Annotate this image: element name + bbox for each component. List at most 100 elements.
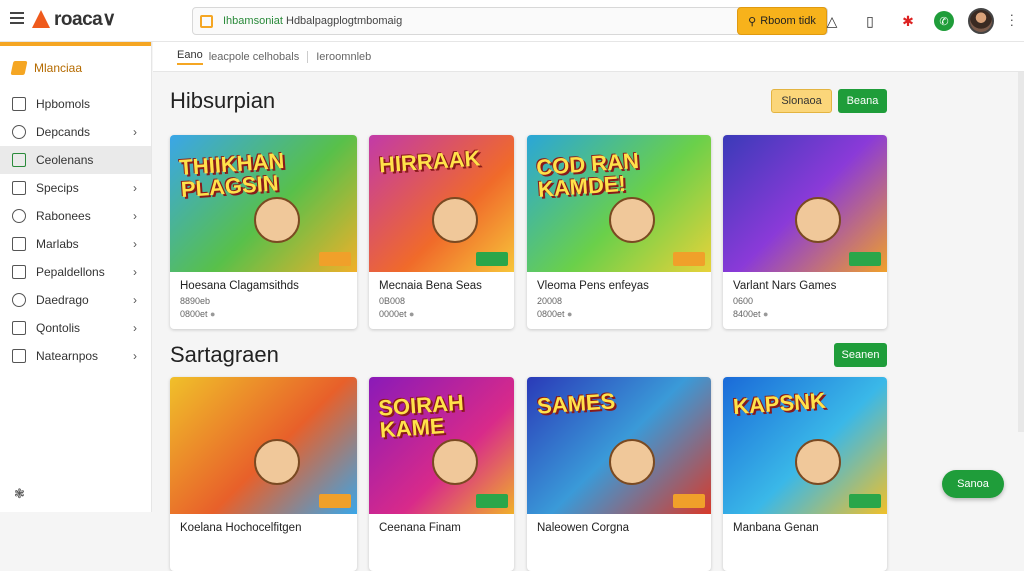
search-input[interactable]: Ihbamsoniat Hdbalpagplogtmbomaig bbox=[223, 15, 402, 27]
sidebar-item-label: Depcands bbox=[36, 125, 91, 139]
search-button-label: Rboom tidk bbox=[760, 15, 816, 27]
search-placeholder: Hdbalpagplogtmbomaig bbox=[286, 15, 403, 27]
character-illustration bbox=[431, 197, 478, 243]
search-bar[interactable]: Ihbamsoniat Hdbalpagplogtmbomaig ⚲ Rboom… bbox=[192, 7, 828, 35]
section-2-primary-button[interactable]: Seanen bbox=[834, 343, 887, 367]
game-thumbnail[interactable]: HIRRAAK bbox=[369, 135, 514, 272]
sidebar-item-icon bbox=[12, 153, 26, 167]
info-icon: ● bbox=[564, 309, 573, 319]
sidebar-item-label: Rabonees bbox=[36, 209, 91, 223]
sidebar-item-label: Daedrago bbox=[36, 293, 89, 307]
game-title[interactable]: Naleowen Corgna bbox=[537, 522, 701, 534]
sidebar-item-icon bbox=[12, 237, 26, 251]
sidebar-nav: Hpbomols Depcands › Ceolenans Specips › Rabone… bbox=[0, 90, 151, 370]
character-illustration bbox=[609, 439, 655, 485]
character-illustration bbox=[253, 197, 300, 243]
game-thumbnail[interactable]: THIIKHAN PLAGSIN bbox=[170, 135, 357, 272]
chevron-right-icon: › bbox=[133, 209, 137, 223]
game-title[interactable]: Hoesana Clagamsithds bbox=[180, 280, 347, 292]
section-1-primary-button[interactable]: Beana bbox=[838, 89, 887, 113]
sidebar-item-label: Marlabs bbox=[36, 237, 79, 251]
sidebar-item-label: Pepaldellons bbox=[36, 265, 105, 279]
thumbnail-title-art: HIRRAAK bbox=[378, 145, 482, 178]
sidebar-item-icon bbox=[12, 349, 26, 363]
card-info: Naleowen Corgna bbox=[527, 514, 711, 571]
game-card[interactable]: THIIKHAN PLAGSIN Hoesana Clagamsithds 8890… bbox=[170, 135, 357, 329]
sidebar-item[interactable]: Ceolenans bbox=[0, 146, 151, 174]
game-card[interactable]: COD RAN KAMDE! Vleoma Pens enfeyas 20008 08… bbox=[527, 135, 711, 329]
tab-3[interactable]: Ieroomnleb bbox=[316, 51, 371, 63]
tab-1[interactable]: Eano bbox=[177, 49, 203, 65]
game-thumbnail[interactable]: KAPSNK bbox=[723, 377, 887, 514]
search-checkbox-icon[interactable] bbox=[200, 14, 213, 28]
game-card[interactable]: KAPSNK Manbana Genan bbox=[723, 377, 887, 571]
sidebar-item[interactable]: Marlabs › bbox=[0, 230, 151, 258]
card-info: Vleoma Pens enfeyas 20008 0800et ● bbox=[527, 272, 711, 329]
phone-icon[interactable]: ✆ bbox=[934, 11, 954, 31]
game-card[interactable]: SOIRAH KAME Ceenana Finam bbox=[369, 377, 514, 571]
game-title[interactable]: Mecnaia Bena Seas bbox=[379, 280, 504, 292]
sidebar-item[interactable]: Natearnpos › bbox=[0, 342, 151, 370]
vertical-scrollbar[interactable] bbox=[1018, 72, 1024, 432]
tab-2[interactable]: leacpole celhobals bbox=[209, 51, 300, 63]
info-icon: ● bbox=[406, 309, 415, 319]
sidebar-item[interactable]: Specips › bbox=[0, 174, 151, 202]
sidebar-item[interactable]: Rabonees › bbox=[0, 202, 151, 230]
game-thumbnail[interactable] bbox=[170, 377, 357, 514]
thumbnail-badge bbox=[849, 494, 881, 508]
sidebar-item[interactable]: Qontolis › bbox=[0, 314, 151, 342]
thumbnail-title-art: SOIRAH KAME bbox=[377, 389, 465, 443]
floating-action-button[interactable]: Sanoa bbox=[942, 470, 1004, 498]
sidebar-item-icon bbox=[12, 265, 26, 279]
game-meta: 0B008 bbox=[379, 296, 406, 306]
sidebar-item[interactable]: Depcands › bbox=[0, 118, 151, 146]
sidebar-item[interactable]: Daedrago › bbox=[0, 286, 151, 314]
game-title[interactable]: Manbana Genan bbox=[733, 522, 877, 534]
sidebar-item-icon bbox=[12, 209, 26, 223]
game-card[interactable]: HIRRAAK Mecnaia Bena Seas 0B008 0000et ● bbox=[369, 135, 514, 329]
game-title[interactable]: Koelana Hochocelfitgen bbox=[180, 522, 347, 534]
game-thumbnail[interactable]: SOIRAH KAME bbox=[369, 377, 514, 514]
game-meta: 8890eb bbox=[180, 296, 211, 306]
game-meta: 0600 bbox=[733, 296, 754, 306]
section-1-secondary-button[interactable]: Slonaoa bbox=[771, 89, 832, 113]
more-icon[interactable]: · · · bbox=[1010, 8, 1014, 31]
character-illustration bbox=[795, 197, 841, 243]
game-thumbnail[interactable] bbox=[723, 135, 887, 272]
game-title[interactable]: Ceenana Finam bbox=[379, 522, 504, 534]
document-icon[interactable]: ▯ bbox=[858, 9, 882, 33]
thumbnail-title-art: THIIKHAN PLAGSIN bbox=[178, 147, 286, 203]
thumbnail-badge bbox=[849, 252, 881, 266]
thumbnail-badge bbox=[476, 494, 508, 508]
sidebar-item[interactable]: Hpbomols bbox=[0, 90, 151, 118]
card-info: Ceenana Finam bbox=[369, 514, 514, 571]
game-card[interactable]: Koelana Hochocelfitgen bbox=[170, 377, 357, 571]
chevron-right-icon: › bbox=[133, 293, 137, 307]
game-title[interactable]: Vleoma Pens enfeyas bbox=[537, 280, 701, 292]
sidebar-item-icon bbox=[12, 321, 26, 335]
app-logo[interactable]: roaca∨ bbox=[32, 8, 116, 30]
game-thumbnail[interactable]: COD RAN KAMDE! bbox=[527, 135, 711, 272]
thumbnail-badge bbox=[319, 252, 351, 266]
game-thumbnail[interactable]: SAMES bbox=[527, 377, 711, 514]
game-stats-value: 0000et bbox=[379, 309, 407, 319]
logo-text: roaca∨ bbox=[54, 8, 116, 30]
thumbnail-badge bbox=[673, 252, 705, 266]
sidebar-brand[interactable]: Mlanciaa bbox=[0, 46, 151, 90]
character-illustration bbox=[431, 439, 478, 485]
avatar[interactable] bbox=[968, 8, 994, 34]
settings-icon[interactable]: ❃ bbox=[14, 486, 25, 502]
chevron-right-icon: › bbox=[133, 321, 137, 335]
section-1-title: Hibsurpian bbox=[170, 88, 276, 113]
game-card[interactable]: SAMES Naleowen Corgna bbox=[527, 377, 711, 571]
bell-icon[interactable]: △ bbox=[820, 9, 844, 33]
game-title[interactable]: Varlant Nars Games bbox=[733, 280, 877, 292]
game-card[interactable]: Varlant Nars Games 0600 8400et ● bbox=[723, 135, 887, 329]
sidebar-item-label: Natearnpos bbox=[36, 349, 99, 363]
search-button[interactable]: ⚲ Rboom tidk bbox=[737, 7, 827, 35]
puzzle-icon[interactable]: ✱ bbox=[896, 9, 920, 33]
menu-icon[interactable] bbox=[10, 12, 24, 26]
sidebar-item[interactable]: Pepaldellons › bbox=[0, 258, 151, 286]
brand-icon bbox=[10, 61, 28, 75]
thumbnail-badge bbox=[673, 494, 705, 508]
